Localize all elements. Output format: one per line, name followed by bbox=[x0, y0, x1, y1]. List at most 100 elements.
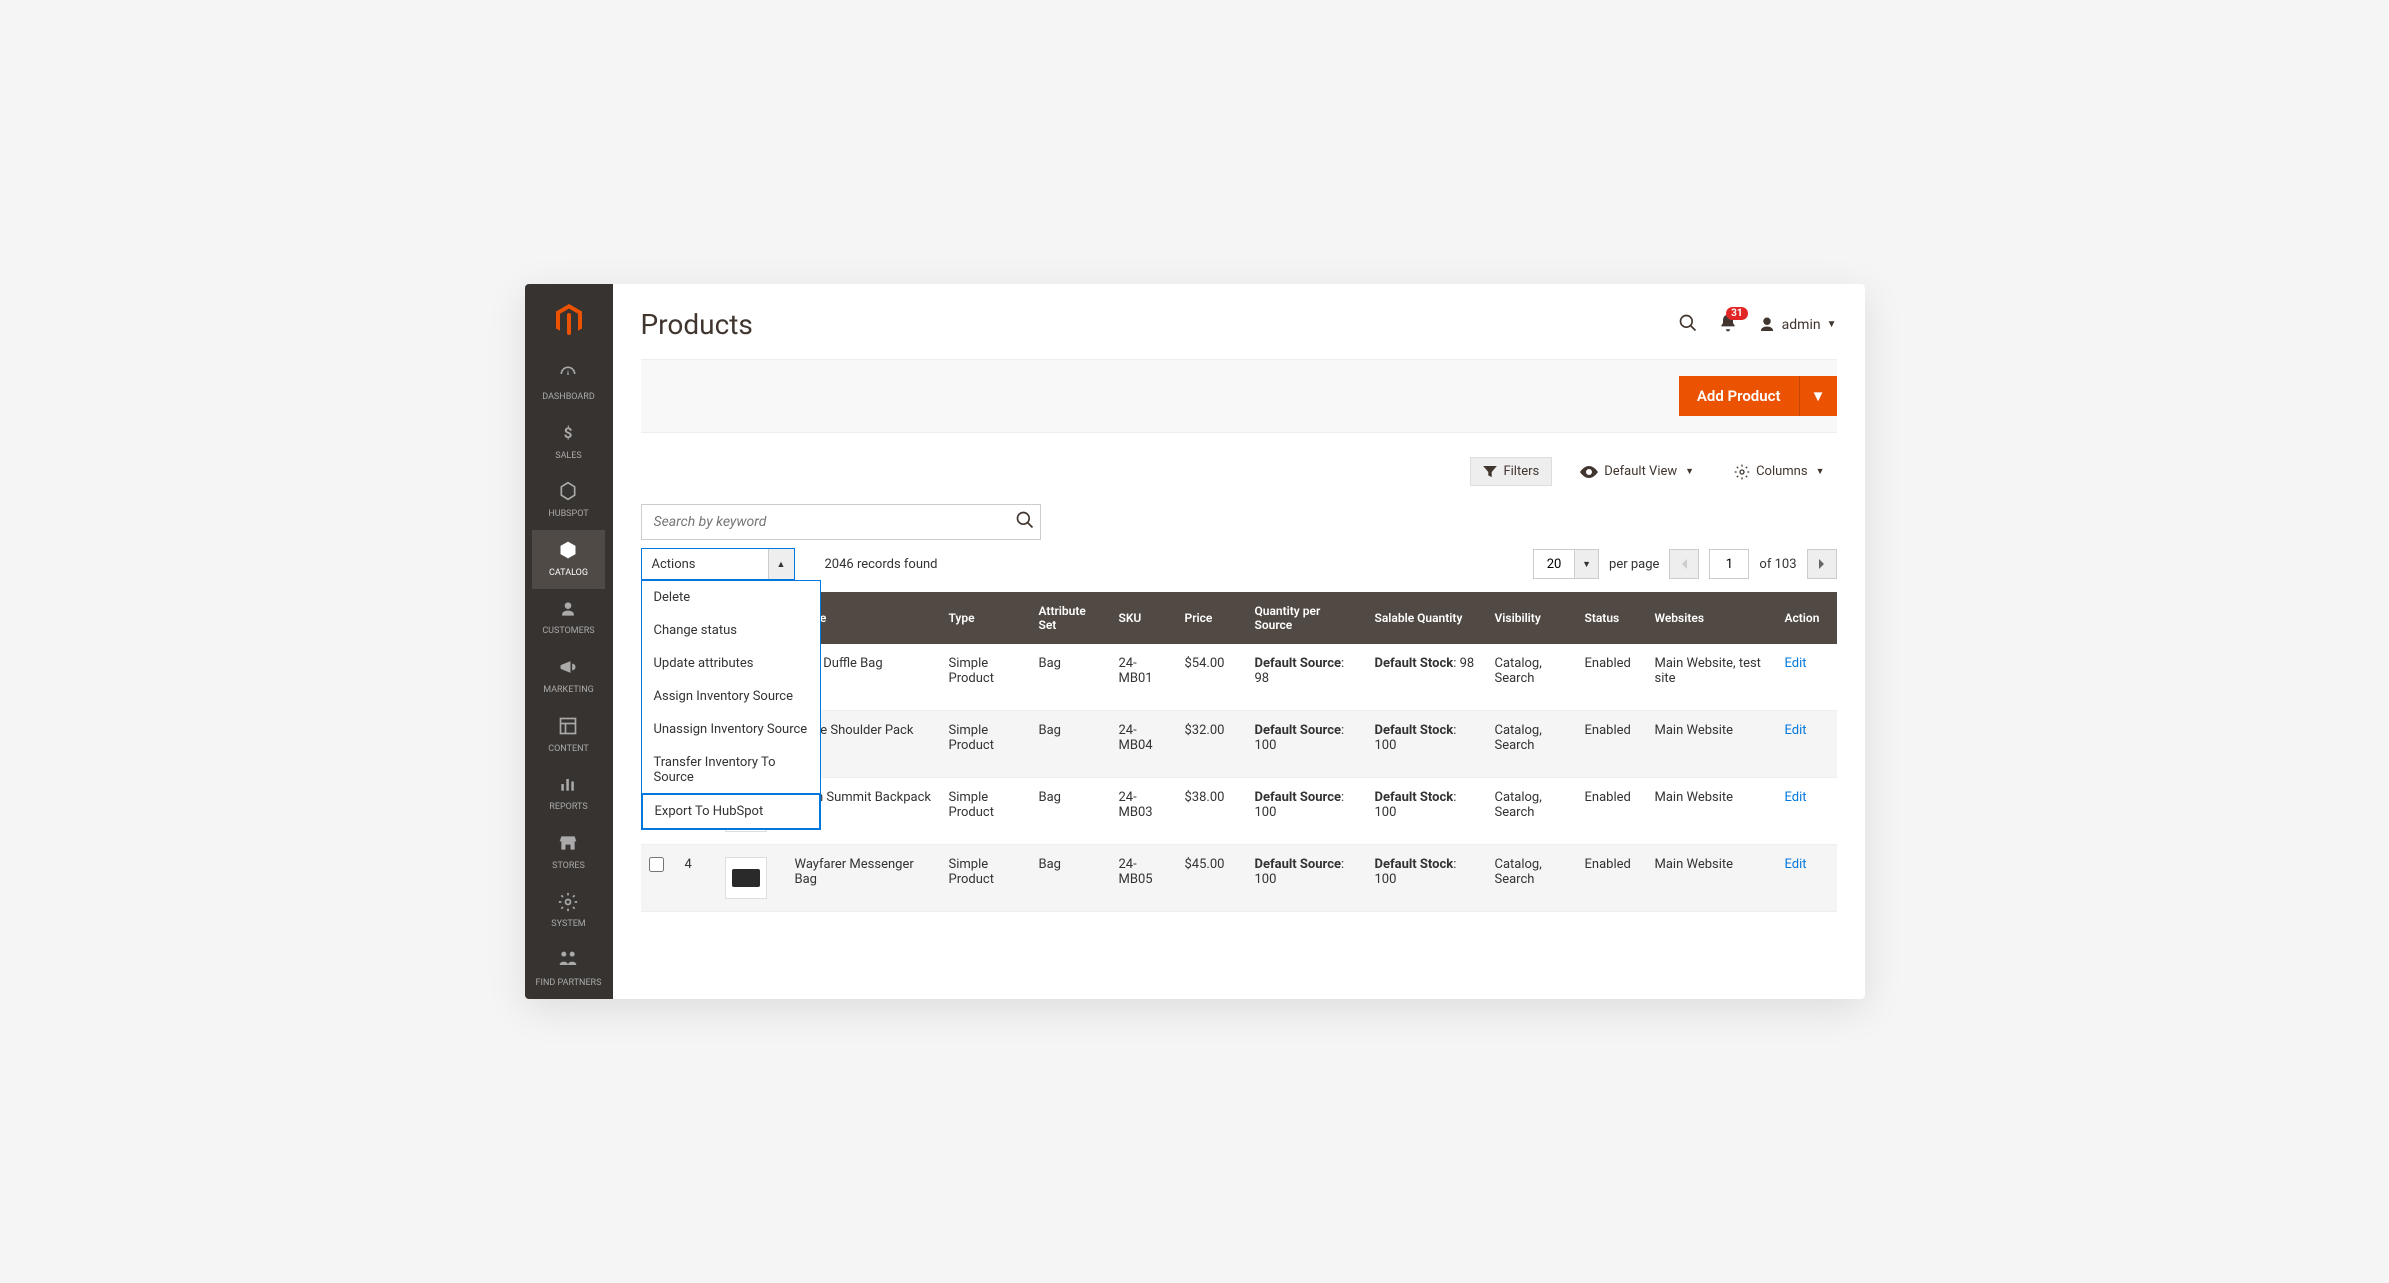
cell-status: Enabled bbox=[1577, 845, 1647, 912]
cube-icon bbox=[558, 540, 578, 564]
cell-sku: 24-MB04 bbox=[1111, 711, 1177, 778]
sidebar-item-catalog[interactable]: CATALOG bbox=[532, 530, 606, 589]
filters-button[interactable]: Filters bbox=[1470, 457, 1552, 486]
cell-salable-qty: Default Stock: 100 bbox=[1367, 711, 1487, 778]
sidebar: DASHBOARD $ SALES HUBSPOTCATALOGCUSTOMERS MA… bbox=[525, 284, 613, 999]
sidebar-item-hubspot[interactable]: HUBSPOT bbox=[532, 471, 606, 530]
column-header[interactable]: Websites bbox=[1647, 592, 1777, 644]
edit-link[interactable]: Edit bbox=[1785, 723, 1807, 738]
sidebar-item-content[interactable]: CONTENT bbox=[532, 706, 606, 765]
search-input[interactable] bbox=[641, 504, 1041, 540]
sidebar-item-sales[interactable]: $ SALES bbox=[532, 413, 606, 472]
next-page-button[interactable] bbox=[1807, 549, 1837, 579]
sidebar-item-label: SYSTEM bbox=[551, 919, 585, 930]
cell-websites: Main Website bbox=[1647, 778, 1777, 845]
chevron-down-icon: ▼ bbox=[1685, 466, 1694, 477]
actions-menu-item[interactable]: Unassign Inventory Source bbox=[642, 713, 820, 746]
person-icon bbox=[558, 599, 578, 623]
actions-menu-item[interactable]: Transfer Inventory To Source bbox=[642, 746, 820, 794]
columns-button[interactable]: Columns ▼ bbox=[1722, 457, 1836, 486]
search-icon[interactable] bbox=[1678, 313, 1698, 337]
main-content: Products 31 admin ▼ Add Product ▼ bbox=[613, 284, 1865, 999]
cell-visibility: Catalog, Search bbox=[1487, 711, 1577, 778]
search-icon bbox=[1015, 510, 1035, 530]
column-header[interactable]: SKU bbox=[1111, 592, 1177, 644]
magento-logo-icon bbox=[555, 304, 583, 340]
cell-websites: Main Website, test site bbox=[1647, 644, 1777, 711]
bars-icon bbox=[558, 774, 578, 798]
notifications-icon[interactable]: 31 bbox=[1718, 313, 1738, 337]
hexagon-icon bbox=[558, 481, 578, 505]
cell-websites: Main Website bbox=[1647, 845, 1777, 912]
funnel-icon bbox=[1483, 466, 1497, 478]
column-header[interactable]: Type bbox=[941, 592, 1031, 644]
sidebar-item-label: CONTENT bbox=[548, 744, 589, 755]
chevron-up-icon: ▲ bbox=[768, 549, 794, 579]
cell-id: 4 bbox=[677, 845, 717, 912]
column-header[interactable]: Visibility bbox=[1487, 592, 1577, 644]
sidebar-item-label: STORES bbox=[552, 861, 585, 872]
cell-salable-qty: Default Stock: 100 bbox=[1367, 778, 1487, 845]
records-found-label: 2046 records found bbox=[825, 557, 938, 572]
actions-menu-item[interactable]: Update attributes bbox=[642, 647, 820, 680]
prev-page-button[interactable] bbox=[1669, 549, 1699, 579]
cell-price: $54.00 bbox=[1177, 644, 1247, 711]
chevron-down-icon: ▼ bbox=[1827, 319, 1837, 330]
cell-type: Simple Product bbox=[941, 644, 1031, 711]
cell-attribute-set: Bag bbox=[1031, 845, 1111, 912]
cell-salable-qty: Default Stock: 100 bbox=[1367, 845, 1487, 912]
cell-qty-source: Default Source: 100 bbox=[1247, 778, 1367, 845]
cell-type: Simple Product bbox=[941, 778, 1031, 845]
edit-link[interactable]: Edit bbox=[1785, 857, 1807, 872]
actions-dropdown[interactable]: Actions ▲ bbox=[641, 548, 795, 580]
search-submit-button[interactable] bbox=[1015, 510, 1035, 534]
sidebar-item-label: REPORTS bbox=[549, 802, 587, 813]
sidebar-item-marketing[interactable]: MARKETING bbox=[532, 647, 606, 706]
sidebar-item-dashboard[interactable]: DASHBOARD bbox=[532, 354, 606, 413]
default-view-button[interactable]: Default View ▼ bbox=[1568, 457, 1706, 486]
per-page-input[interactable] bbox=[1534, 550, 1574, 578]
edit-link[interactable]: Edit bbox=[1785, 790, 1807, 805]
column-header[interactable]: Salable Quantity bbox=[1367, 592, 1487, 644]
actions-menu-item[interactable]: Change status bbox=[642, 614, 820, 647]
column-header[interactable]: Status bbox=[1577, 592, 1647, 644]
sidebar-item-label: MARKETING bbox=[543, 685, 594, 696]
sidebar-item-system[interactable]: SYSTEM bbox=[532, 882, 606, 941]
cell-price: $38.00 bbox=[1177, 778, 1247, 845]
user-menu[interactable]: admin ▼ bbox=[1758, 316, 1837, 334]
edit-link[interactable]: Edit bbox=[1785, 656, 1807, 671]
chevron-down-icon: ▼ bbox=[1574, 550, 1598, 578]
cell-sku: 24-MB01 bbox=[1111, 644, 1177, 711]
sidebar-item-find-partners[interactable]: FIND PARTNERS bbox=[532, 940, 606, 999]
cell-type: Simple Product bbox=[941, 845, 1031, 912]
row-checkbox[interactable] bbox=[649, 857, 664, 872]
column-header[interactable]: Price bbox=[1177, 592, 1247, 644]
notification-count-badge: 31 bbox=[1726, 307, 1747, 320]
svg-text:$: $ bbox=[564, 424, 573, 442]
column-header[interactable]: Attribute Set bbox=[1031, 592, 1111, 644]
cell-attribute-set: Bag bbox=[1031, 711, 1111, 778]
table-row: 4Wayfarer Messenger BagSimple ProductBag… bbox=[641, 845, 1837, 912]
cell-websites: Main Website bbox=[1647, 711, 1777, 778]
column-header[interactable]: Quantity per Source bbox=[1247, 592, 1367, 644]
column-header[interactable]: Action bbox=[1777, 592, 1837, 644]
partners-icon bbox=[558, 950, 578, 974]
sidebar-item-reports[interactable]: REPORTS bbox=[532, 764, 606, 823]
add-product-dropdown[interactable]: ▼ bbox=[1799, 376, 1837, 416]
thumbnail bbox=[725, 857, 767, 899]
cell-sku: 24-MB05 bbox=[1111, 845, 1177, 912]
per-page-select[interactable]: ▼ bbox=[1533, 549, 1599, 579]
sidebar-item-customers[interactable]: CUSTOMERS bbox=[532, 589, 606, 648]
chevron-right-icon bbox=[1818, 558, 1826, 570]
sidebar-item-label: SALES bbox=[555, 451, 582, 462]
actions-menu-item[interactable]: Delete bbox=[642, 581, 820, 614]
cell-status: Enabled bbox=[1577, 778, 1647, 845]
add-product-button[interactable]: Add Product ▼ bbox=[1679, 376, 1837, 416]
cell-status: Enabled bbox=[1577, 644, 1647, 711]
actions-menu-item[interactable]: Export To HubSpot bbox=[641, 793, 821, 830]
dollar-icon: $ bbox=[558, 423, 578, 447]
page-input[interactable] bbox=[1709, 549, 1749, 579]
actions-menu-item[interactable]: Assign Inventory Source bbox=[642, 680, 820, 713]
sidebar-item-stores[interactable]: STORES bbox=[532, 823, 606, 882]
cell-price: $45.00 bbox=[1177, 845, 1247, 912]
